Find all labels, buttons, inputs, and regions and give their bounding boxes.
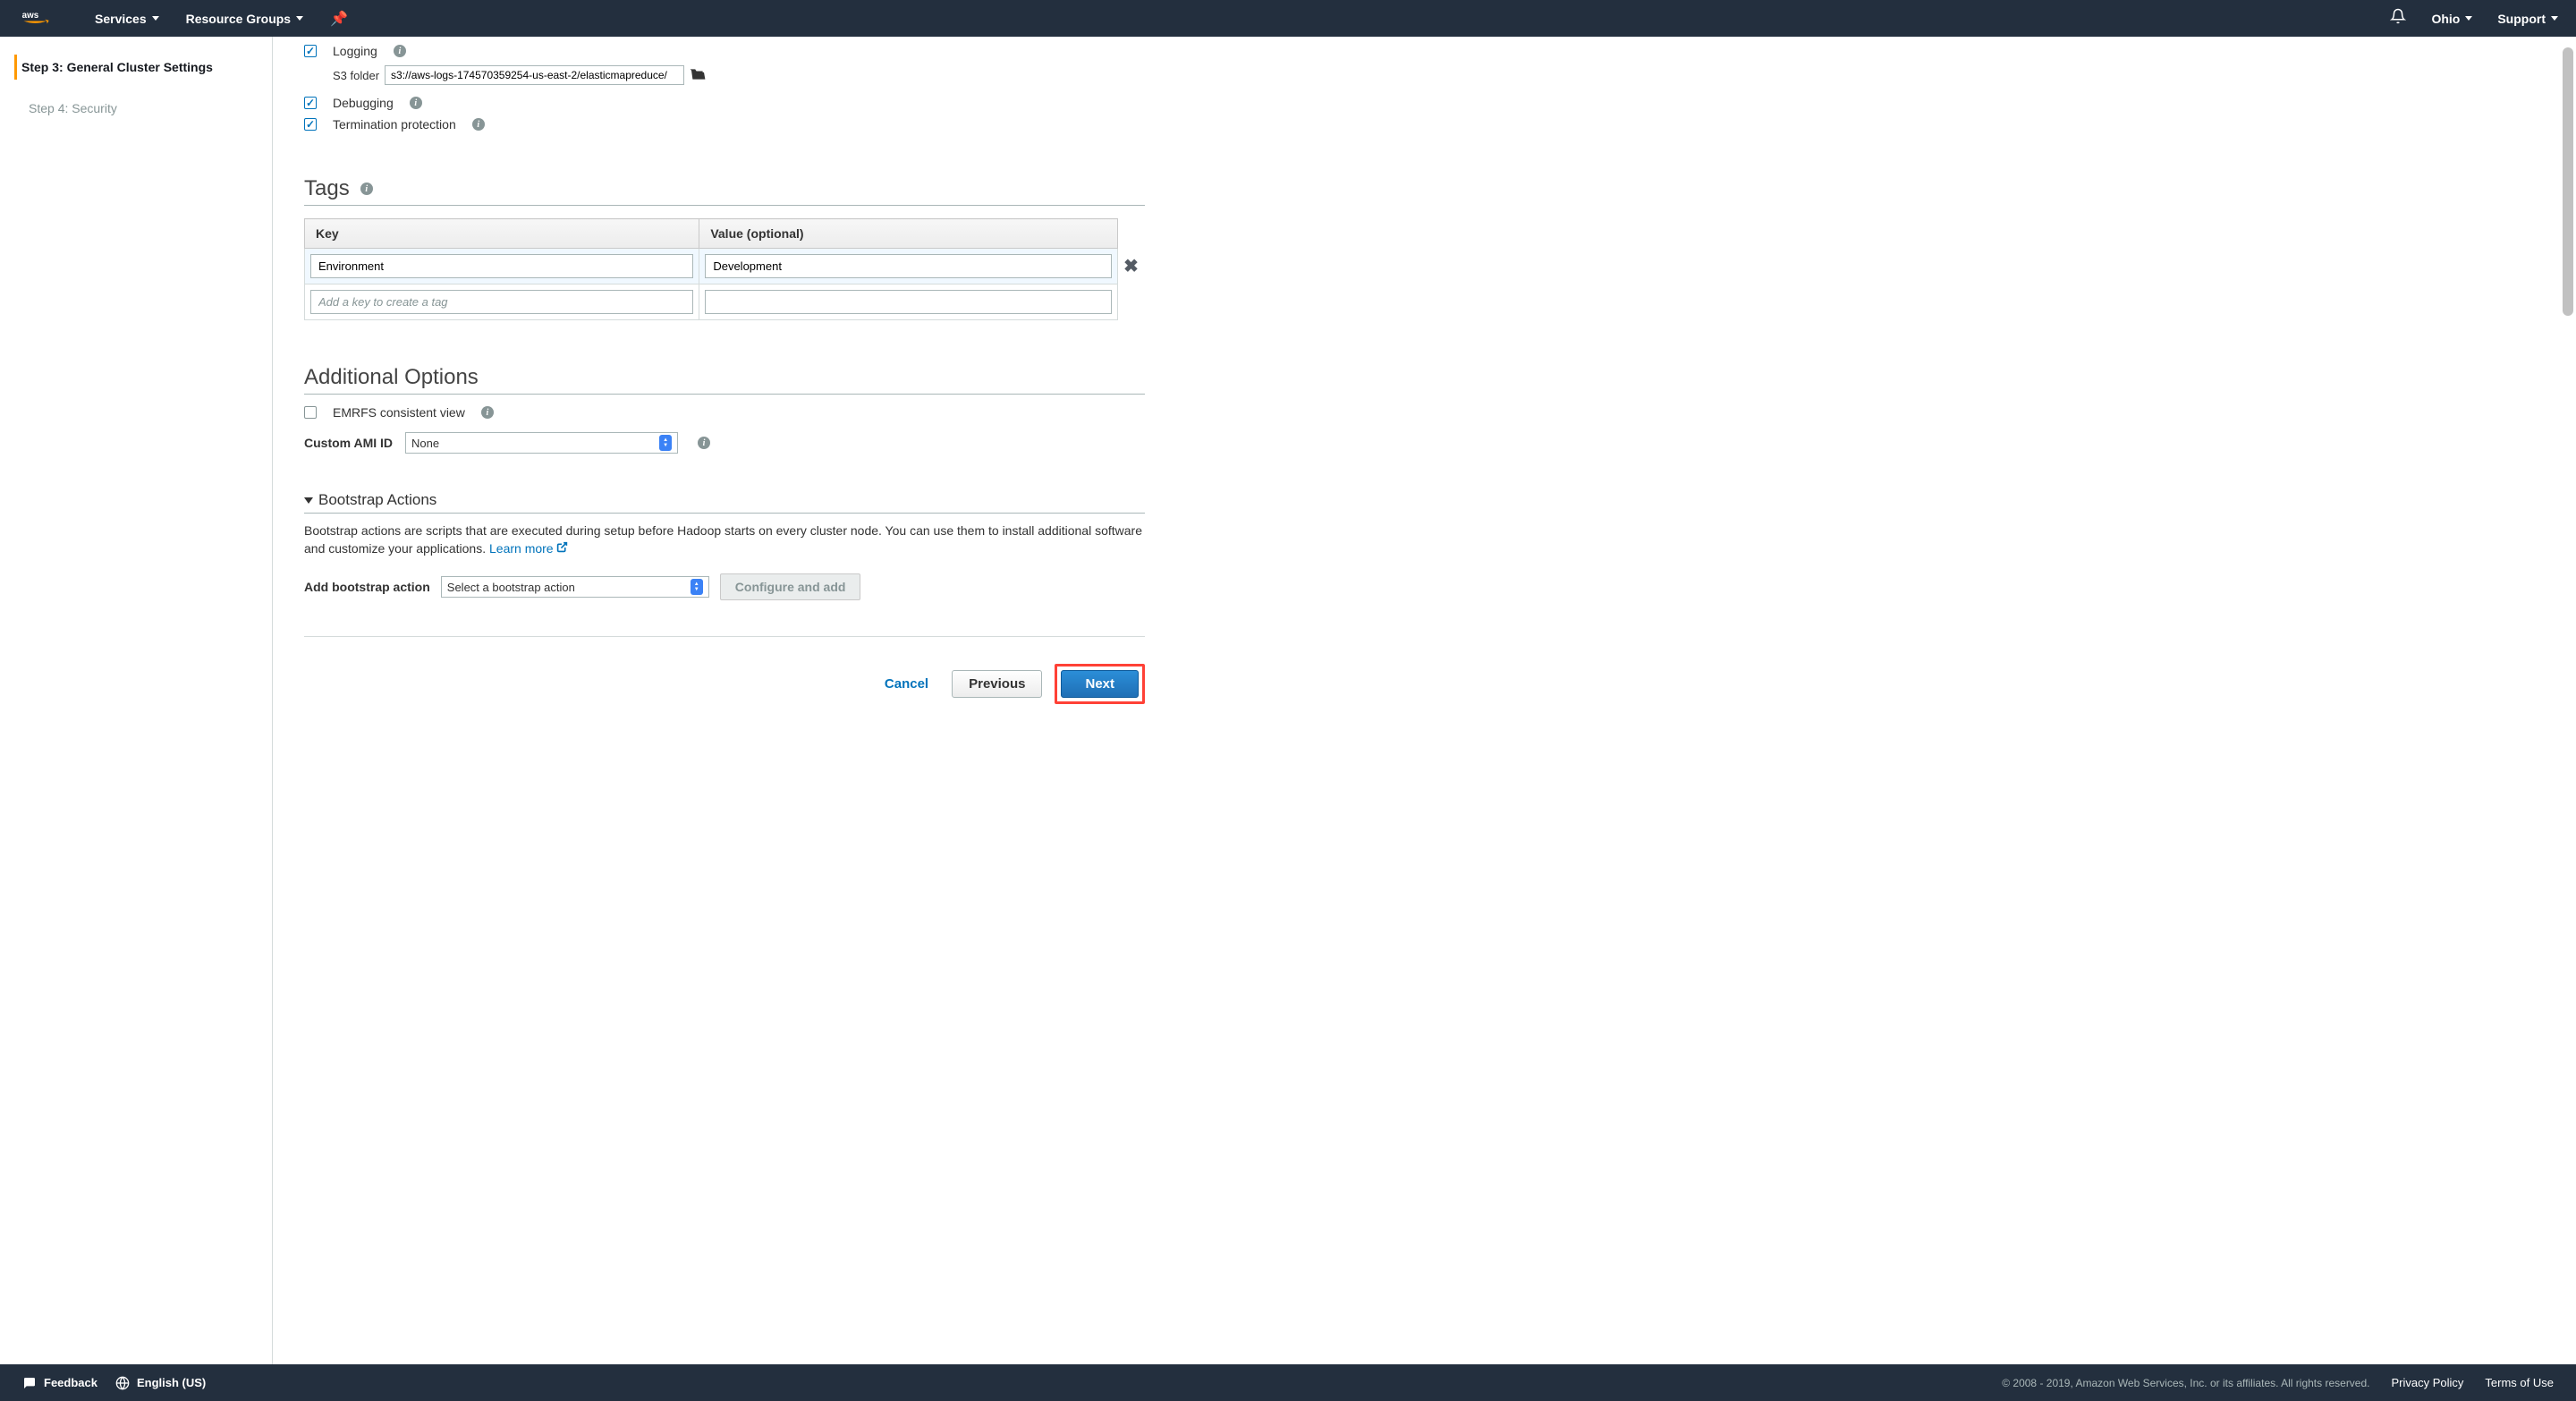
additional-heading: Additional Options bbox=[304, 365, 1145, 395]
debugging-checkbox[interactable] bbox=[304, 97, 317, 109]
nav-support[interactable]: Support bbox=[2497, 12, 2558, 26]
emrfs-label: EMRFS consistent view bbox=[333, 405, 465, 420]
logging-row: Logging i bbox=[304, 44, 1145, 58]
tag-new-value-input[interactable] bbox=[705, 290, 1112, 314]
table-row bbox=[305, 284, 1145, 320]
info-icon[interactable]: i bbox=[394, 45, 406, 57]
logging-checkbox[interactable] bbox=[304, 45, 317, 57]
bootstrap-description: Bootstrap actions are scripts that are e… bbox=[304, 522, 1145, 557]
pin-icon[interactable]: 📌 bbox=[330, 10, 348, 28]
tags-value-header: Value (optional) bbox=[699, 219, 1118, 249]
s3-folder-label: S3 folder bbox=[333, 69, 379, 82]
terms-link[interactable]: Terms of Use bbox=[2485, 1376, 2554, 1389]
tags-key-header: Key bbox=[305, 219, 699, 249]
logging-label: Logging bbox=[333, 44, 377, 58]
next-highlight: Next bbox=[1055, 664, 1145, 704]
termination-label: Termination protection bbox=[333, 117, 456, 132]
tags-heading: Tags i bbox=[304, 176, 1145, 206]
nav-services[interactable]: Services bbox=[95, 12, 159, 26]
sidebar-step-3[interactable]: Step 3: General Cluster Settings bbox=[14, 55, 250, 80]
learn-more-link[interactable]: Learn more bbox=[489, 541, 568, 556]
footer-copyright: © 2008 - 2019, Amazon Web Services, Inc.… bbox=[2002, 1377, 2369, 1389]
main-content: Logging i S3 folder Debugging i Terminat… bbox=[273, 37, 1176, 1364]
caret-down-icon bbox=[2465, 16, 2472, 21]
info-icon[interactable]: i bbox=[360, 183, 373, 195]
caret-down-icon bbox=[2551, 16, 2558, 21]
feedback-link[interactable]: Feedback bbox=[22, 1376, 97, 1390]
select-arrows-icon: ▲▼ bbox=[659, 435, 672, 451]
ami-label: Custom AMI ID bbox=[304, 436, 393, 450]
add-bootstrap-label: Add bootstrap action bbox=[304, 580, 430, 594]
cancel-button[interactable]: Cancel bbox=[874, 669, 939, 699]
language-link[interactable]: English (US) bbox=[115, 1376, 206, 1390]
tag-value-input[interactable] bbox=[705, 254, 1112, 278]
tag-key-input[interactable] bbox=[310, 254, 693, 278]
s3-folder-input[interactable] bbox=[385, 65, 684, 85]
debugging-row: Debugging i bbox=[304, 96, 1145, 110]
next-button[interactable]: Next bbox=[1061, 670, 1139, 698]
tags-table: Key Value (optional) ✖ bbox=[304, 218, 1145, 320]
footer: Feedback English (US) © 2008 - 2019, Ama… bbox=[0, 1364, 2576, 1401]
disclosure-icon[interactable] bbox=[304, 497, 313, 504]
privacy-link[interactable]: Privacy Policy bbox=[2392, 1376, 2464, 1389]
ami-row: Custom AMI ID None ▲▼ i bbox=[304, 432, 1145, 454]
button-bar: Cancel Previous Next bbox=[304, 636, 1145, 704]
emrfs-checkbox[interactable] bbox=[304, 406, 317, 419]
nav-resource-groups[interactable]: Resource Groups bbox=[186, 12, 303, 26]
sidebar: Step 3: General Cluster Settings Step 4:… bbox=[0, 37, 273, 1364]
select-arrows-icon: ▲▼ bbox=[691, 579, 703, 595]
caret-down-icon bbox=[152, 16, 159, 21]
info-icon[interactable]: i bbox=[472, 118, 485, 131]
info-icon[interactable]: i bbox=[698, 437, 710, 449]
delete-tag-icon[interactable]: ✖ bbox=[1123, 257, 1139, 276]
ami-select[interactable]: None ▲▼ bbox=[405, 432, 678, 454]
nav-region[interactable]: Ohio bbox=[2431, 12, 2472, 26]
table-row: ✖ bbox=[305, 249, 1145, 284]
svg-text:aws: aws bbox=[22, 10, 39, 20]
bell-icon[interactable] bbox=[2390, 8, 2406, 29]
previous-button[interactable]: Previous bbox=[952, 670, 1042, 698]
folder-icon[interactable] bbox=[690, 66, 706, 85]
termination-row: Termination protection i bbox=[304, 117, 1145, 132]
info-icon[interactable]: i bbox=[481, 406, 494, 419]
bootstrap-heading: Bootstrap Actions bbox=[304, 491, 1145, 514]
emrfs-row: EMRFS consistent view i bbox=[304, 405, 1145, 420]
external-link-icon bbox=[556, 540, 568, 558]
termination-checkbox[interactable] bbox=[304, 118, 317, 131]
debugging-label: Debugging bbox=[333, 96, 394, 110]
tag-new-key-input[interactable] bbox=[310, 290, 693, 314]
caret-down-icon bbox=[296, 16, 303, 21]
top-nav: aws Services Resource Groups 📌 Ohio Supp… bbox=[0, 0, 2576, 37]
scrollbar[interactable] bbox=[2563, 37, 2573, 1364]
aws-logo[interactable]: aws bbox=[18, 9, 59, 29]
bootstrap-select[interactable]: Select a bootstrap action ▲▼ bbox=[441, 576, 709, 598]
sidebar-step-4[interactable]: Step 4: Security bbox=[21, 96, 250, 121]
configure-add-button: Configure and add bbox=[720, 573, 861, 600]
info-icon[interactable]: i bbox=[410, 97, 422, 109]
